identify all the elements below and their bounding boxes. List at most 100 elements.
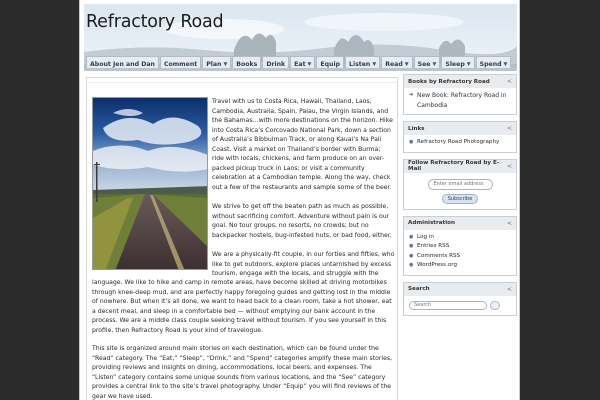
arrow-right-icon: ➜: [409, 92, 414, 98]
text-line: This site is organized around main stori…: [92, 345, 379, 352]
email-field[interactable]: [427, 178, 493, 190]
collapse-toggle-icon[interactable]: <: [507, 163, 512, 170]
main-content: Travel with us to Costa Rica, Hawaii, Th…: [86, 77, 398, 400]
site-header: Refractory Road About Jen and Dan Comment…: [84, 4, 517, 70]
post-paragraph-approach: We strive to get off the beaten path as …: [212, 202, 398, 240]
admin-link-item[interactable]: ● WordPress.org: [409, 261, 511, 271]
nav-item-label: Comment: [163, 61, 198, 68]
admin-link-item[interactable]: ● Comments RSS: [409, 252, 511, 262]
bullet-icon: ●: [409, 252, 414, 259]
text-line: Coast. Visit a market on Thailand’s bord…: [212, 145, 381, 153]
chevron-down-icon: ▼: [223, 61, 228, 67]
nav-underline: [84, 68, 517, 71]
admin-link-item[interactable]: ● Log in: [409, 233, 511, 243]
text-line: of Australia’s Bibbulman Track, or along…: [212, 136, 382, 143]
collapse-toggle-icon[interactable]: <: [507, 78, 512, 85]
chevron-down-icon: ▼: [466, 61, 471, 67]
road-photo-graphic: [93, 98, 207, 269]
widget-search: Search <: [403, 281, 517, 316]
admin-link-label[interactable]: Log in: [417, 233, 434, 243]
content-top-border: [87, 78, 397, 83]
chevron-down-icon: ▼: [404, 61, 409, 67]
nav-item-label: Drink: [266, 61, 286, 68]
page-frame: Refractory Road About Jen and Dan Comment…: [79, 0, 520, 400]
text-line: a decent meal, and sleep in a comfortabl…: [92, 307, 376, 315]
nav-item-label: See: [417, 61, 431, 68]
nav-item-label: About Jen and Dan: [90, 61, 155, 68]
site-title[interactable]: Refractory Road: [86, 12, 224, 32]
nav-item-label: Sleep: [445, 61, 465, 68]
widget-links: Links < ● Refractory Road Photography: [403, 121, 517, 153]
text-line: backpacker hostels, bug-infested huts, o…: [212, 231, 392, 239]
admin-link-label[interactable]: WordPress.org: [417, 261, 457, 271]
nav-item-label: Read: [385, 61, 403, 68]
post-paragraph-intro: Travel with us to Costa Rica, Hawaii, Th…: [212, 97, 398, 192]
chevron-down-icon: ▼: [307, 61, 312, 67]
nav-item-label: Spend: [479, 61, 502, 68]
text-line: of nowhere. But when it’s all done, we w…: [92, 298, 392, 305]
chevron-down-icon: ▼: [503, 61, 508, 67]
text-line: Cambodia, Australia, Spain, Palau, the V…: [212, 107, 389, 115]
text-line: profile, then Refractory Road is your ki…: [92, 326, 264, 334]
text-line: goal. No tour groups, no resorts, no cro…: [212, 222, 369, 229]
photography-link[interactable]: Refractory Road Photography: [417, 138, 499, 148]
widget-books-title: Books by Refractory Road: [408, 78, 490, 85]
text-line: “Read” category. The “Eat,” “Sleep”, “Dr…: [92, 354, 393, 362]
widget-follow-email: Follow Refractory Road by E-Mail < Subscr…: [403, 158, 517, 210]
post-image-road[interactable]: [92, 97, 208, 270]
book-link-line1[interactable]: New Book: Refractory Road in: [417, 92, 506, 99]
text-line: out a few of the restaurants and sample …: [212, 183, 392, 191]
bullet-icon: ●: [409, 262, 414, 268]
chevron-down-icon: ▼: [432, 61, 437, 67]
text-line: gear we have used.: [92, 392, 153, 400]
subscribe-button[interactable]: Subscribe: [442, 193, 478, 204]
text-line: packed pickup truck in Laos; or visit a …: [212, 164, 365, 172]
links-item[interactable]: ● Refractory Road Photography: [409, 138, 511, 148]
post-paragraph-about-narrow: We are a physically-fit couple, in our f…: [212, 250, 398, 279]
text-line: provides a central link to the site’s tr…: [92, 383, 392, 390]
collapse-toggle-icon[interactable]: <: [507, 125, 512, 132]
text-line: “Listen” category contains some unique s…: [92, 373, 386, 381]
text-line: through knee-deep mud, and are perfectly…: [92, 288, 391, 296]
collapse-toggle-icon[interactable]: <: [507, 286, 512, 293]
collapse-toggle-icon[interactable]: <: [507, 220, 512, 227]
post-paragraph-organization: This site is organized around main stori…: [92, 344, 397, 400]
chevron-down-icon: ▼: [372, 61, 377, 67]
nav-item-label: Plan: [206, 61, 222, 68]
bullet-icon: ●: [409, 233, 414, 240]
admin-link-label[interactable]: Entries RSS: [417, 242, 449, 252]
bullet-icon: ●: [409, 139, 414, 145]
widget-administration: Administration < ● Log in ● Entries RSS ● Comm…: [403, 215, 517, 276]
text-line: process. We are a middle class couple se…: [92, 317, 387, 324]
widget-books: Books by Refractory Road < ➜ New Book: Re…: [403, 74, 517, 115]
bullet-icon: ●: [409, 243, 414, 249]
admin-links-list: ● Log in ● Entries RSS ● Comments RSS ● WordPre…: [404, 230, 516, 275]
search-submit-button[interactable]: [490, 300, 500, 310]
admin-link-item[interactable]: ● Entries RSS: [409, 242, 511, 252]
widget-links-title: Links: [408, 125, 425, 132]
text-line: Travel with us to Costa Rica, Hawaii, Th…: [212, 98, 372, 105]
text-line: language. We like to hike and camp in re…: [92, 279, 387, 286]
admin-link-label[interactable]: Comments RSS: [417, 252, 460, 262]
text-line: We strive to get off the beaten path as …: [212, 203, 389, 210]
text-line: We are a physically-fit couple, in our f…: [212, 251, 395, 258]
post-paragraph-about-wide: language. We like to hike and camp in re…: [92, 278, 397, 335]
nav-item-label: Listen: [349, 61, 371, 68]
book-link-line2[interactable]: Cambodia: [417, 102, 447, 109]
text-line: into Costa Rica’s Corcovado National Par…: [212, 126, 391, 134]
sidebar: Books by Refractory Road < ➜ New Book: Re…: [403, 74, 517, 322]
text-line: celebration at a Cambodian temple. Along…: [212, 174, 391, 181]
nav-item-label: Eat: [294, 61, 306, 68]
search-input[interactable]: [409, 300, 487, 310]
widget-follow-title: Follow Refractory Road by E-Mail: [408, 160, 500, 172]
text-line: providing reviews and insights on dining…: [92, 364, 372, 371]
text-line: ride with locals, chickens, and farm pro…: [212, 155, 385, 162]
widget-search-title: Search: [408, 286, 430, 292]
text-line: without sacrificing comfort. Adventure w…: [212, 212, 390, 220]
nav-item-label: Books: [236, 61, 258, 68]
books-item[interactable]: ➜ New Book: Refractory Road in Cambodia: [409, 91, 511, 110]
text-line: like to get outdoors, explore places unt…: [212, 260, 392, 268]
widget-admin-title: Administration: [408, 220, 455, 226]
text-line: the Bahamas…with more destinations on th…: [212, 117, 393, 124]
nav-item-label: Equip: [320, 61, 341, 68]
